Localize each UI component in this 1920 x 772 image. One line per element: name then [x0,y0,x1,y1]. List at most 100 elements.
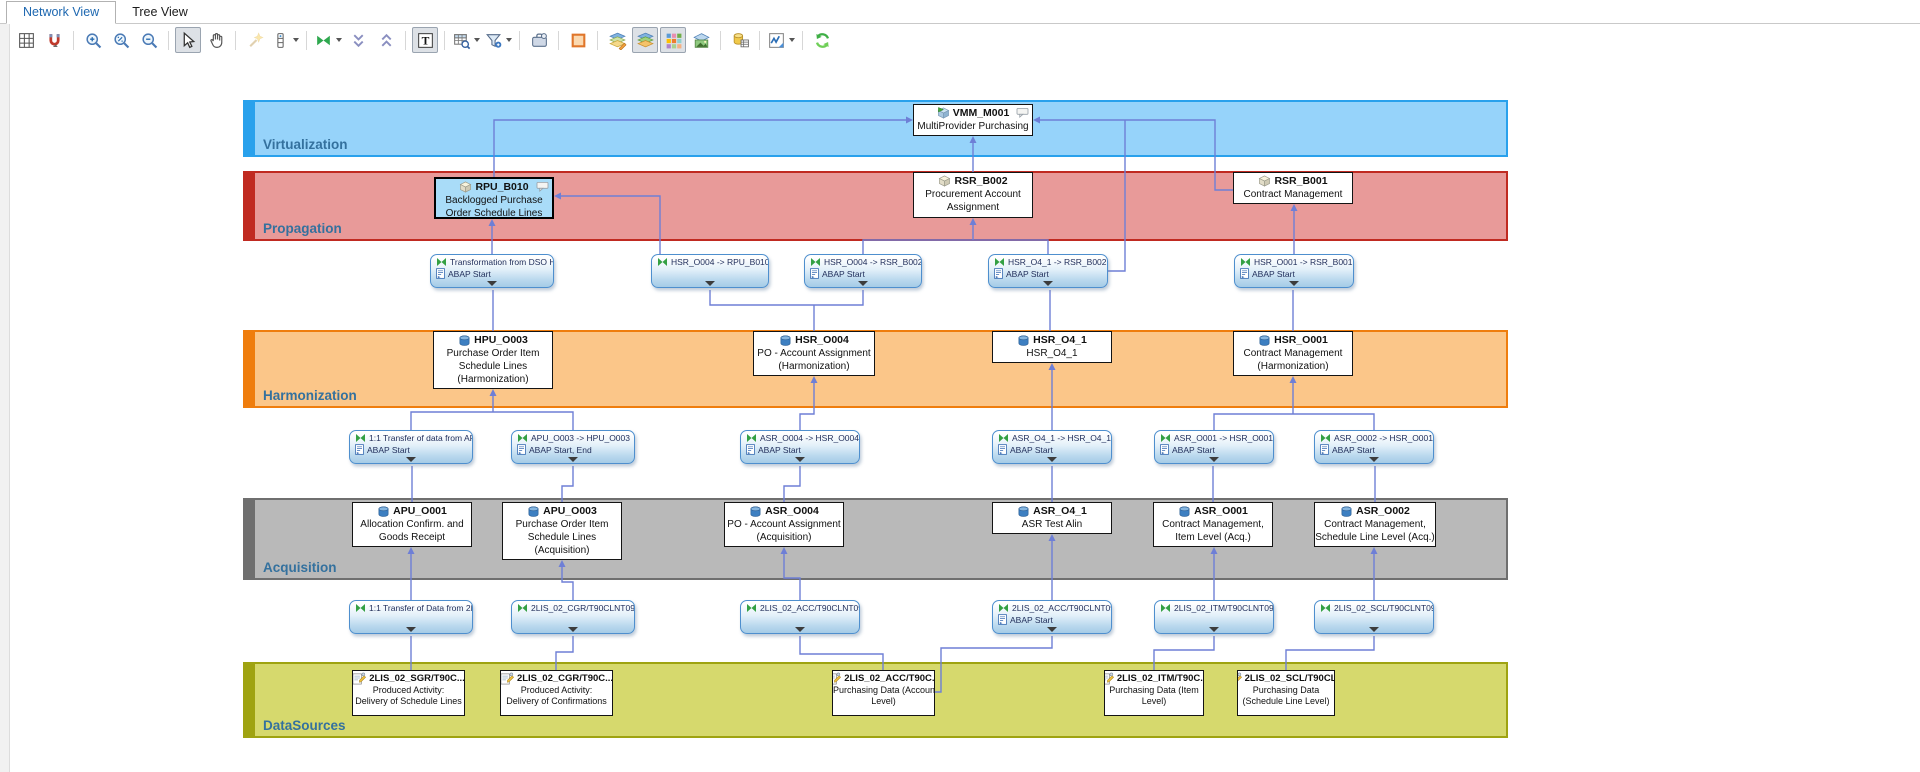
dropdown-caret-icon[interactable] [474,38,480,42]
transformation-t2_6[interactable]: ASR_O002 -> HSR_O001ABAP Start [1314,430,1434,464]
transformation-t2_4[interactable]: ASR_O4_1 -> HSR_O4_1ABAP Start [992,430,1112,464]
abap-routine-icon [517,444,526,455]
transformation-t1_5[interactable]: HSR_O001 -> RSR_B001ABAP Start [1234,254,1354,288]
collapse-toggle-icon[interactable] [705,281,715,286]
package-button[interactable] [526,27,552,53]
edit-layers-button[interactable] [604,27,630,53]
node-RSR_B002[interactable]: RSR_B002Procurement AccountAssignment [913,172,1033,218]
select-pointer-button[interactable] [175,27,201,53]
collapse-toggle-icon[interactable] [406,627,416,632]
background-image-button[interactable] [688,27,714,53]
collapse-toggle-icon[interactable] [568,627,578,632]
dropdown-caret-icon[interactable] [506,38,512,42]
collapse-toggle-icon[interactable] [795,627,805,632]
collapse-toggle-icon[interactable] [1047,457,1057,462]
collapse-toggle-icon[interactable] [1369,627,1379,632]
zoom-in-button[interactable] [80,27,106,53]
node-ASR_O4_1[interactable]: ASR_O4_1ASR Test Alin [992,502,1112,534]
collapse-toggle-icon[interactable] [1289,281,1299,286]
abap-routine-label: ABAP Start, End [529,445,592,455]
node-HPU_O003[interactable]: HPU_O003Purchase Order ItemSchedule Line… [433,331,553,389]
data-preview-button[interactable] [727,27,753,53]
node-HSR_O4_1[interactable]: HSR_O4_1HSR_O4_1 [992,331,1112,363]
search-objects-button[interactable] [451,27,481,53]
collapse-all-button[interactable] [345,27,371,53]
node-HSR_O004[interactable]: HSR_O004PO - Account Assignment(Harmoniz… [753,331,875,376]
transformation-t2_5[interactable]: ASR_O001 -> HSR_O001ABAP Start [1154,430,1274,464]
comment-icon[interactable] [1016,107,1029,122]
collapse-toggle-icon[interactable] [1209,627,1219,632]
tab-tree-view[interactable]: Tree View [116,2,204,23]
refresh-button[interactable] [809,27,835,53]
transformation-t2_1[interactable]: 1:1 Transfer of data from APU...ABAP Sta… [349,430,473,464]
comment-icon[interactable] [536,181,549,196]
node-ASR_O001[interactable]: ASR_O001Contract Management,Item Level (… [1153,502,1273,547]
node-ASR_O004[interactable]: ASR_O004PO - Account Assignment(Acquisit… [724,502,844,547]
transformation-t2_3[interactable]: ASR_O004 -> HSR_O004ABAP Start [740,430,860,464]
adso-icon [1340,505,1353,517]
transformation-t3_1[interactable]: 1:1 Transfer of Data from 2LIS... [349,600,473,634]
collapse-toggle-icon[interactable] [487,281,497,286]
left-splitter[interactable] [0,24,10,772]
zoom-fit-button[interactable] [108,27,134,53]
transformation-t1_3[interactable]: HSR_O004 -> RSR_B002ABAP Start [804,254,922,288]
node-description-line: Assignment [914,201,1032,214]
zoom-out-button[interactable] [136,27,162,53]
collapse-toggle-icon[interactable] [858,281,868,286]
transformation-t3_2[interactable]: 2LIS_02_CGR/T90CLNT090 ->... [511,600,635,634]
reporting-button[interactable] [766,27,796,53]
transformation-t1_1[interactable]: Transformation from DSO HP...ABAP Start [430,254,554,288]
node-DS_ITM[interactable]: 2LIS_02_ITM/T90C...Purchasing Data (Item… [1104,670,1204,716]
dropdown-caret-icon[interactable] [336,38,342,42]
transformation-t1_2[interactable]: HSR_O004 -> RPU_B010 [651,254,769,288]
show-transformations-button[interactable] [313,27,343,53]
collapse-toggle-icon[interactable] [568,457,578,462]
collapse-toggle-icon[interactable] [1209,457,1219,462]
transformation-t3_4[interactable]: 2LIS_02_ACC/T90CLNT090 ->...ABAP Start [992,600,1112,634]
tab-network-view[interactable]: Network View [6,1,116,24]
transformation-t3_6[interactable]: 2LIS_02_SCL/T90CLNT090 ->... [1314,600,1434,634]
color-mode-button[interactable] [660,27,686,53]
node-APU_O001[interactable]: APU_O001Allocation Confirm. andGoods Rec… [352,502,472,547]
transformation-t2_2[interactable]: APU_O003 -> HPU_O003ABAP Start, End [511,430,635,464]
collapse-toggle-icon[interactable] [1047,627,1057,632]
node-RSR_B001[interactable]: RSR_B001Contract Management [1233,172,1353,204]
node-description-line: MultiProvider Purchasing [914,120,1032,133]
collapse-toggle-icon[interactable] [1369,457,1379,462]
table-search-icon [452,31,471,50]
transformation-t3_3[interactable]: 2LIS_02_ACC/T90CLNT090 ->... [740,600,860,634]
node-VMM_M001[interactable]: VMM_M001MultiProvider Purchasing [913,104,1033,136]
node-HSR_O001[interactable]: HSR_O001Contract Management(Harmonizatio… [1233,331,1353,376]
node-DS_CGR[interactable]: 2LIS_02_CGR/T90C...Produced Activity:Del… [500,670,613,716]
auto-arrange-button[interactable] [242,27,268,53]
node-description-line: Purchasing Data (Account [833,685,934,696]
transformation-t1_4[interactable]: HSR_O4_1 -> RSR_B002ABAP Start [988,254,1108,288]
node-description-line: Contract Management, [1154,518,1272,531]
node-DS_ACC[interactable]: 2LIS_02_ACC/T90C...Purchasing Data (Acco… [832,670,935,716]
collapse-toggle-icon[interactable] [795,457,805,462]
dropdown-caret-icon[interactable] [789,38,795,42]
filter-objects-button[interactable] [483,27,513,53]
grid-toggle-button[interactable] [13,27,39,53]
collapse-toggle-icon[interactable] [406,457,416,462]
layout-options-button[interactable] [270,27,300,53]
node-DS_SGR[interactable]: 2LIS_02_SGR/T90C...Produced Activity:Del… [352,670,465,716]
node-ASR_O002[interactable]: ASR_O002Contract Management,Schedule Lin… [1314,502,1436,547]
magnet-snap-button[interactable] [41,27,67,53]
node-APU_O003[interactable]: APU_O003Purchase Order ItemSchedule Line… [502,502,622,560]
datasource-icon [1104,672,1114,685]
expand-all-button[interactable] [373,27,399,53]
swimlane-display-button[interactable] [565,27,591,53]
dropdown-caret-icon[interactable] [293,38,299,42]
transformation-t3_5[interactable]: 2LIS_02_ITM/T90CLNT090 ->... [1154,600,1274,634]
transformation-icon [436,257,447,267]
node-description-line: Delivery of Confirmations [501,696,612,707]
transformation-title: 1:1 Transfer of Data from 2LIS... [369,603,472,613]
node-DS_SCL[interactable]: 2LIS_02_SCL/T90CL...Purchasing Data(Sche… [1237,670,1335,716]
show-layers-button[interactable] [632,27,658,53]
node-RPU_B010[interactable]: RPU_B010Backlogged PurchaseOrder Schedul… [434,177,554,219]
transformation-title: 1:1 Transfer of data from APU... [369,433,472,443]
pan-hand-button[interactable] [203,27,229,53]
text-display-button[interactable]: T [412,27,438,53]
collapse-toggle-icon[interactable] [1043,281,1053,286]
